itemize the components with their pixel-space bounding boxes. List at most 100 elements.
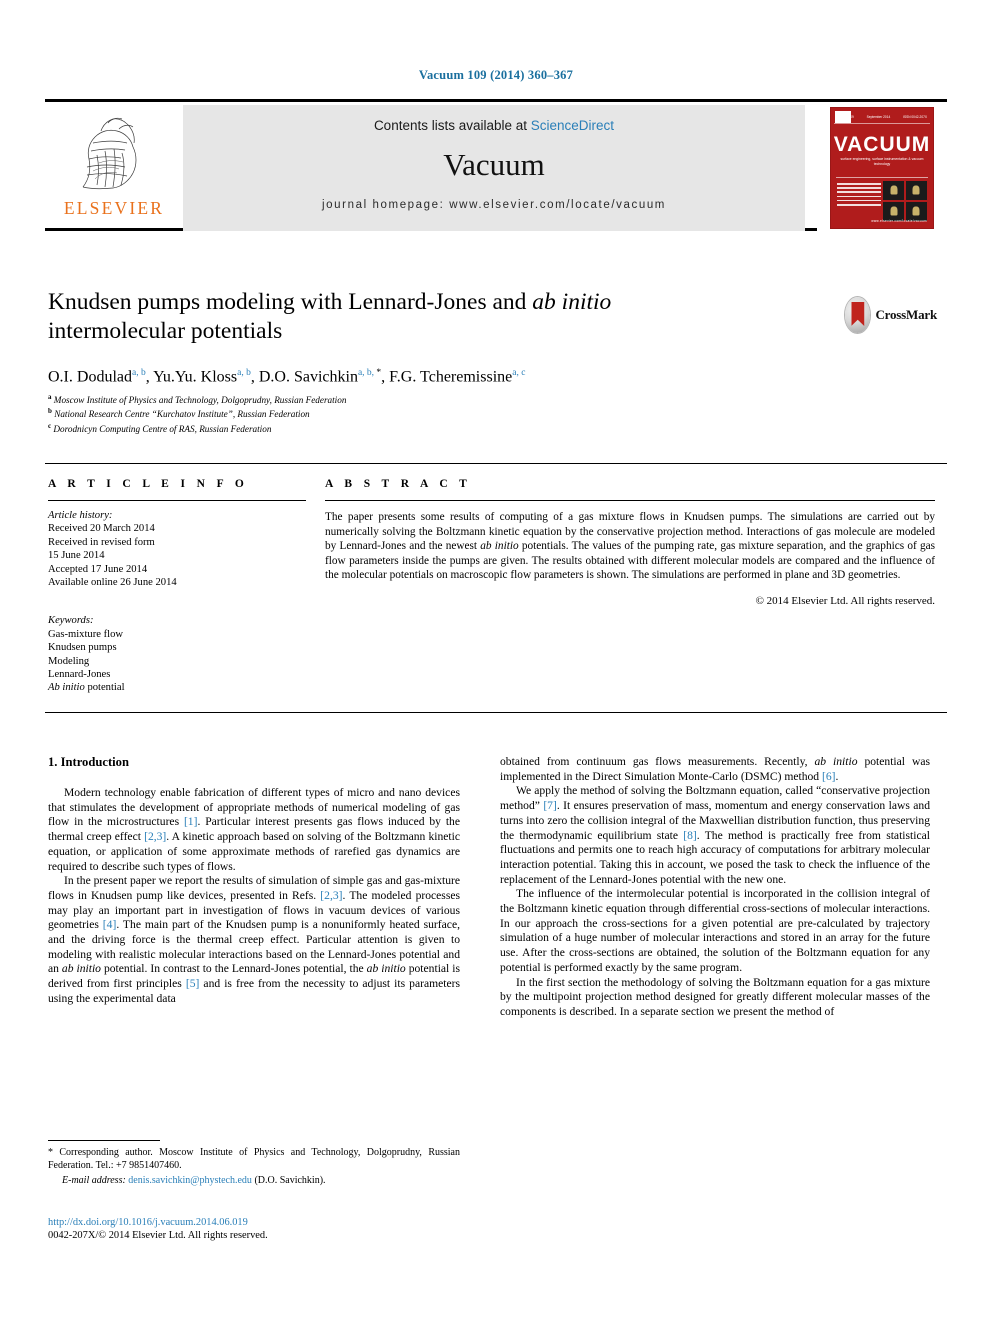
text-run: obtained from continuum gas flows measur… [500, 755, 815, 768]
paragraph: We apply the method of solving the Boltz… [500, 784, 930, 887]
cover-divider [836, 177, 928, 178]
footnote-text: Corresponding author. Moscow Institute o… [48, 1147, 460, 1171]
citation-ref[interactable]: [5] [186, 977, 200, 990]
cover-text-lines [837, 183, 881, 208]
paragraph: In the present paper we report the resul… [48, 874, 460, 1006]
cover-journal-name: VACUUM [833, 133, 931, 156]
cover-art: Volume 109 September 2014 ISSN 0042-207X… [830, 107, 934, 229]
citation-ref[interactable]: [7] [543, 799, 557, 812]
corresponding-author-note: * Corresponding author. Moscow Institute… [48, 1147, 460, 1172]
abstract-column: A B S T R A C T The paper presents some … [325, 478, 935, 607]
info-abstract-box: A R T I C L E I N F O Article history: R… [45, 463, 947, 713]
crossmark-label: CrossMark [875, 307, 937, 322]
keyword-rest: potential [84, 682, 125, 694]
history-item: Available online 26 June 2014 [48, 577, 177, 589]
affiliation-mark: b [48, 407, 52, 416]
body-left-column: 1. Introduction Modern technology enable… [48, 755, 460, 1007]
email-suffix: (D.O. Savichkin). [251, 1175, 326, 1187]
keyword-item: Gas-mixture flow [48, 628, 124, 640]
cover-subtitle: surface engineering, surface instrumenta… [840, 157, 924, 166]
contents-prefix: Contents lists available at [373, 118, 531, 133]
crossmark-badge[interactable]: CrossMark [845, 289, 937, 341]
history-item: Accepted 17 June 2014 [48, 563, 148, 575]
email-note: E-mail address: denis.savichkin@phystech… [48, 1175, 460, 1188]
author-sep: , [145, 368, 154, 386]
affiliation-text: Dorodnicyn Computing Centre of RAS, Russ… [53, 424, 272, 434]
article-info-rule [48, 500, 306, 501]
elsevier-wordmark: ELSEVIER [63, 198, 165, 218]
abstract-italic-1: ab initio [480, 540, 519, 553]
text-italic: ab initio [814, 755, 858, 768]
citation-ref[interactable]: [8] [683, 829, 697, 842]
author-sep: , [250, 368, 259, 386]
history-item: Received 20 March 2014 [48, 523, 155, 535]
sciencedirect-link[interactable]: ScienceDirect [531, 118, 614, 133]
contents-line: Contents lists available at ScienceDirec… [183, 118, 805, 133]
title-italic: ab initio [532, 289, 612, 315]
author-name: D.O. Savichkin [258, 368, 358, 386]
article-history: Article history: Received 20 March 2014 … [48, 509, 306, 589]
author-affil-marks: a, b, [357, 368, 377, 378]
author-name: Yu.Yu. Kloss [153, 368, 238, 386]
affiliation-item: a Moscow Institute of Physics and Techno… [48, 392, 928, 406]
paragraph: Modern technology enable fabrication of … [48, 786, 460, 874]
doi-block: http://dx.doi.org/10.1016/j.vacuum.2014.… [48, 1216, 468, 1242]
abstract-heading: A B S T R A C T [325, 478, 472, 490]
page-title: Knudsen pumps modeling with Lennard-Jone… [48, 288, 788, 346]
article-info-column: A R T I C L E I N F O Article history: R… [48, 478, 306, 695]
doi-link[interactable]: http://dx.doi.org/10.1016/j.vacuum.2014.… [48, 1216, 468, 1229]
citation-ref[interactable]: [1] [184, 815, 198, 828]
affiliation-text: Moscow Institute of Physics and Technolo… [53, 395, 347, 406]
affiliation-mark: c [48, 421, 52, 430]
author-list: O.I. Dodulada, b, Yu.Yu. Klossa, b, D.O.… [48, 368, 928, 386]
cover-image-grid [883, 181, 927, 221]
citation-ref[interactable]: [2,3] [320, 889, 342, 902]
paragraph: obtained from continuum gas flows measur… [500, 755, 930, 784]
journal-title: Vacuum [443, 147, 545, 182]
email-label: E-mail address: [62, 1175, 126, 1187]
body-right-column: obtained from continuum gas flows measur… [500, 755, 930, 1020]
author-affil-marks: a, c [512, 368, 526, 378]
keyword-item: Ab initio potential [48, 681, 306, 694]
history-item: Received in revised form [48, 536, 155, 548]
author-name: O.I. Dodulad [48, 368, 132, 386]
affiliation-item: c Dorodnicyn Computing Centre of RAS, Ru… [48, 421, 928, 435]
elsevier-tree-icon [75, 109, 153, 195]
footnote-rule [48, 1140, 160, 1141]
text-italic: ab initio [61, 962, 101, 976]
keyword-item: Knudsen pumps [48, 642, 117, 654]
text-italic: ab initio [366, 962, 406, 976]
affiliation-list: a Moscow Institute of Physics and Techno… [48, 392, 928, 435]
paragraph: In the first section the methodology of … [500, 975, 930, 1018]
author-affil-marks: a, b [237, 368, 251, 378]
cover-date: September 2014 [866, 114, 891, 119]
running-head: Vacuum 109 (2014) 360–367 [418, 68, 574, 82]
masthead-center: Contents lists available at ScienceDirec… [183, 105, 805, 231]
elsevier-logo: ELSEVIER [45, 105, 183, 231]
author-affil-marks: a, b [131, 368, 146, 378]
text-run: potential. In contrast to the Lennard-Jo… [100, 962, 367, 976]
text-run: . [835, 769, 839, 783]
footnote-block: * Corresponding author. Moscow Institute… [48, 1140, 460, 1188]
keyword-item: Modeling [48, 655, 90, 667]
paragraph: The influence of the intermolecular pote… [500, 887, 930, 974]
journal-homepage[interactable]: journal homepage: www.elsevier.com/locat… [183, 199, 805, 211]
crossmark-icon [845, 297, 871, 333]
abstract-copyright: © 2014 Elsevier Ltd. All rights reserved… [755, 594, 935, 607]
author-sep: , [381, 368, 390, 386]
abstract-text: The paper presents some results of compu… [325, 510, 935, 583]
history-item: 15 June 2014 [48, 550, 105, 562]
article-info-heading: A R T I C L E I N F O [48, 478, 249, 490]
keywords-label: Keywords: [48, 615, 94, 627]
citation-ref[interactable]: [2,3] [144, 830, 166, 843]
keywords-block: Keywords: Gas-mixture flow Knudsen pumps… [48, 614, 306, 694]
issn-copyright: 0042-207X/© 2014 Elsevier Ltd. All right… [48, 1230, 268, 1241]
section-heading-introduction: 1. Introduction [48, 755, 129, 769]
citation-ref[interactable]: [6] [822, 770, 836, 783]
citation-ref[interactable]: [4] [103, 918, 117, 931]
abstract-rule [325, 500, 935, 501]
article-page: Vacuum 109 (2014) 360–367 ELSEVIER Conte… [0, 0, 992, 1323]
keyword-italic: Ab initio [48, 682, 85, 694]
cover-footer-url: www.elsevier.com/locate/vacuum [871, 219, 927, 223]
email-link[interactable]: denis.savichkin@phystech.edu [128, 1175, 252, 1186]
